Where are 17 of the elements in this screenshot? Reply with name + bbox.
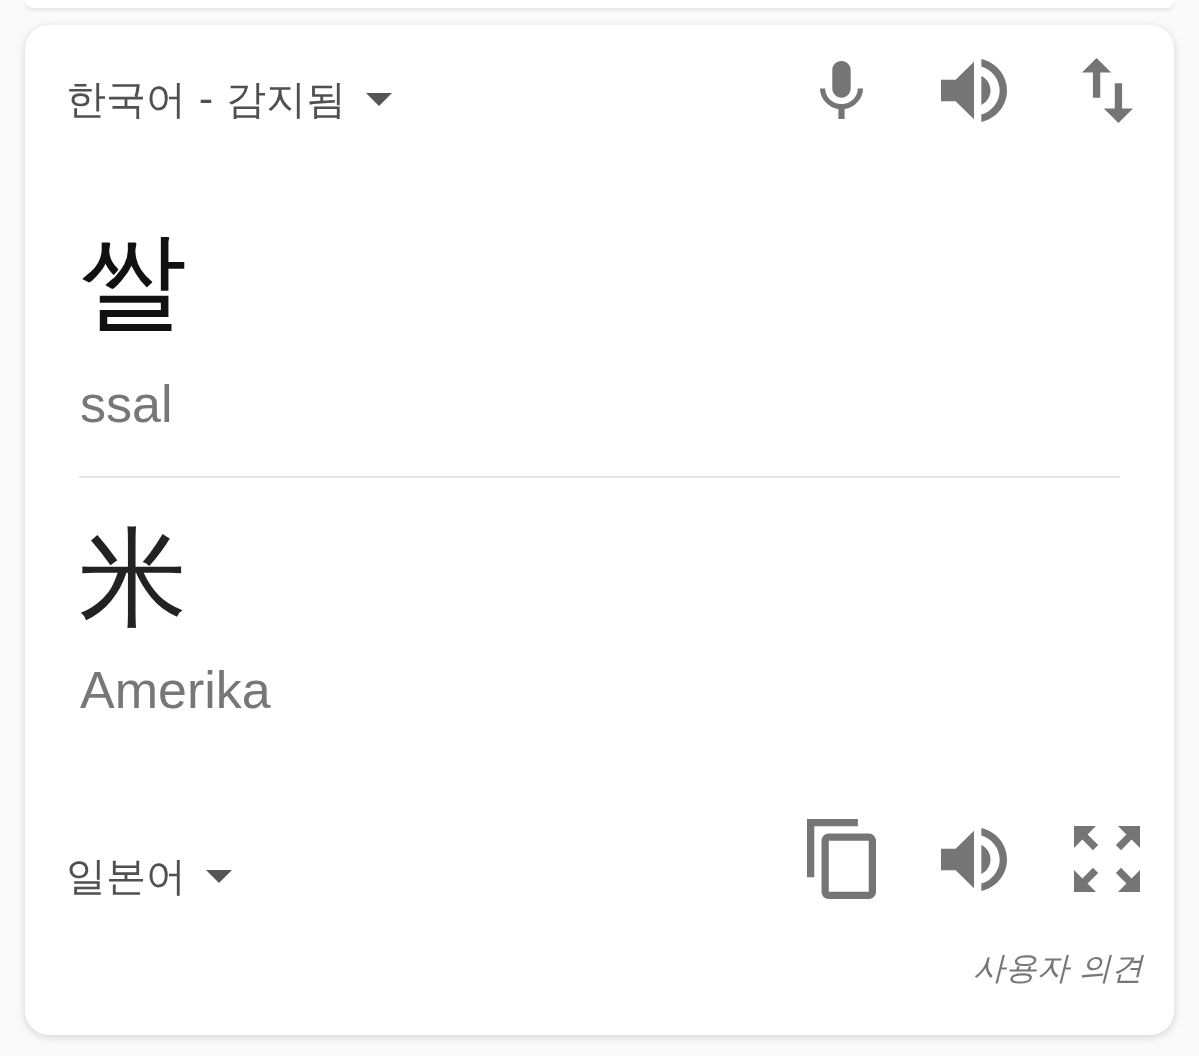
expand-arrows-icon (1074, 826, 1140, 892)
microphone-icon (819, 61, 863, 119)
source-romanization: ssal (80, 378, 173, 430)
dropdown-caret-icon (365, 92, 392, 106)
source-text: 쌀 (79, 227, 187, 335)
translated-text: 米 (79, 524, 187, 632)
feedback-link[interactable]: 사용자 의견 (972, 952, 1143, 984)
swap-arrows-icon (1081, 57, 1133, 123)
translated-romanization: Amerika (80, 664, 271, 716)
language-label: 일본어 (66, 856, 186, 896)
listen-button[interactable] (938, 57, 1010, 123)
speaker-icon (941, 827, 1007, 891)
speaker-icon (941, 58, 1007, 122)
copy-icon (806, 819, 876, 899)
copy-button[interactable] (805, 819, 877, 899)
dropdown-caret-icon (206, 869, 232, 883)
target-language-dropdown[interactable]: 일본어 (66, 856, 232, 896)
